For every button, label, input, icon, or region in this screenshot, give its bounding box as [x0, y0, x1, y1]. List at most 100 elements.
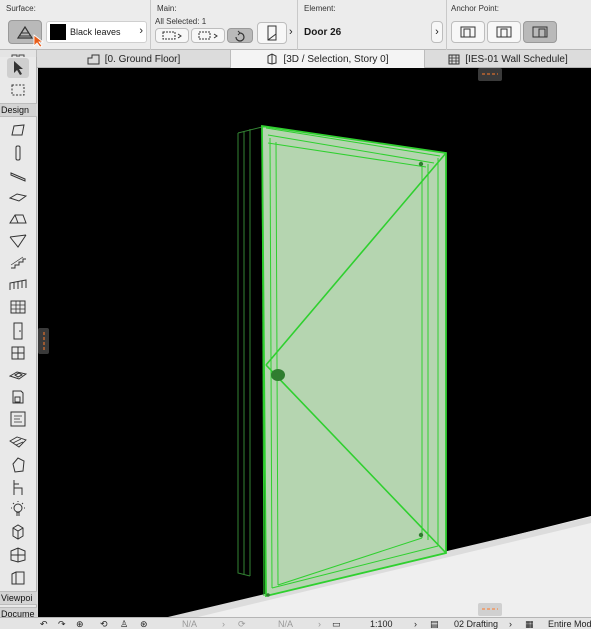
grid-element-tool[interactable] [7, 545, 29, 565]
top-view-marker [478, 68, 502, 81]
na-value: N/A [278, 619, 294, 629]
arrow-cursor-icon [14, 61, 23, 75]
navigator-icon[interactable]: ⊛ [140, 618, 148, 629]
walk-icon[interactable]: ♙ [120, 618, 128, 629]
stair-tool[interactable] [7, 253, 29, 273]
zone-tool[interactable] [7, 409, 29, 429]
surface-override-button[interactable] [8, 20, 45, 48]
chevron-right-icon[interactable]: › [414, 618, 417, 629]
lamp-tool[interactable] [7, 499, 29, 519]
viewpoints-palette-header[interactable]: Viewpoi [0, 591, 37, 605]
skylight-icon [9, 371, 27, 380]
model-view-value[interactable]: Entire Mod [548, 618, 591, 629]
status-bar: ↶ ↷ ⊕ ⟲ ♙ ⊛ N/A › ⟳ N/A › ▭ 1:100 › ▤ 02… [0, 617, 591, 629]
chevron-right-icon[interactable]: › [318, 618, 321, 629]
column-tool[interactable] [7, 143, 29, 163]
skylight-tool[interactable] [7, 365, 29, 385]
morph-tool[interactable] [7, 455, 29, 475]
roof-tool[interactable] [7, 209, 29, 229]
door-handle [271, 369, 285, 381]
anchor-left-button[interactable] [451, 21, 485, 43]
beam-tool[interactable] [7, 166, 29, 186]
wall-tool[interactable] [7, 120, 29, 140]
3d-scene[interactable] [38, 68, 591, 617]
archicad-window: Surface: Black leaves › Main: All Select… [0, 0, 591, 629]
rotate-angle-icon[interactable]: ⟳ [238, 618, 246, 629]
anchor-center-icon [496, 26, 512, 38]
scale-icon: ▭ [332, 619, 341, 629]
chevron-right-icon[interactable]: › [289, 26, 293, 38]
door-tool[interactable] [7, 321, 29, 341]
zoom-in-icon[interactable]: ⊕ [76, 618, 84, 629]
reference-line-button[interactable] [191, 28, 225, 43]
tab-label: [0. Ground Floor] [104, 53, 181, 65]
info-box: Surface: Black leaves › Main: All Select… [0, 0, 591, 50]
layer-combo-value[interactable]: 02 Drafting [454, 618, 498, 629]
surface-paint-icon [16, 25, 34, 39]
tab-label: [3D / Selection, Story 0] [283, 53, 389, 65]
anchor-center-button[interactable] [487, 21, 521, 43]
opening-tool[interactable] [7, 522, 29, 542]
tab-wall-schedule[interactable]: [IES-01 Wall Schedule] [425, 50, 591, 68]
shell-icon [9, 234, 27, 248]
left-view-marker [38, 328, 49, 354]
undo-icon[interactable]: ↶ [40, 618, 48, 629]
model-view-icon: ▦ [525, 619, 534, 629]
mesh-icon [9, 436, 27, 448]
scale-value[interactable]: 1:100 [370, 618, 393, 629]
marquee-tool[interactable] [7, 80, 29, 100]
window-tool[interactable] [7, 343, 29, 363]
surface-section: Surface: Black leaves › [0, 0, 151, 50]
chevron-right-icon[interactable]: › [509, 618, 512, 629]
redo-icon[interactable]: ↷ [58, 618, 66, 629]
lamp-icon [11, 501, 25, 516]
element-more-button[interactable]: › [431, 21, 443, 43]
chevron-right-icon[interactable]: › [222, 618, 225, 629]
main-section: Main: All Selected: 1 › [151, 0, 298, 50]
marquee-icon [11, 84, 25, 96]
selection-hotspot [266, 593, 270, 597]
element-id: Door 26 [304, 27, 342, 38]
object-tool[interactable] [7, 387, 29, 407]
selection-hotspot [418, 532, 424, 538]
3d-cube-icon [267, 53, 277, 65]
railing-icon [9, 279, 27, 290]
railing-tool[interactable] [7, 275, 29, 295]
figure-tool[interactable] [7, 568, 29, 588]
surface-label: Surface: [6, 4, 36, 13]
anchor-left-icon [460, 26, 476, 38]
arrow-select-tool[interactable] [7, 58, 29, 78]
design-palette-header[interactable]: Design [0, 103, 37, 117]
bottom-view-marker [478, 603, 502, 616]
tab-ground-floor[interactable]: [0. Ground Floor] [37, 50, 231, 68]
anchor-right-button[interactable] [523, 21, 557, 43]
tab-3d-selection[interactable]: [3D / Selection, Story 0] [231, 50, 425, 68]
view-tab-bar: [0. Ground Floor] [3D / Selection, Story… [0, 50, 591, 68]
beam-icon [10, 172, 26, 182]
chevron-right-icon: › [139, 25, 143, 37]
3d-viewport[interactable] [38, 68, 591, 617]
na-value: N/A [182, 619, 198, 629]
slab-tool[interactable] [7, 187, 29, 207]
layer-visibility-button[interactable] [155, 28, 189, 43]
rotate-element-button[interactable] [227, 28, 253, 43]
door-leaf [261, 124, 447, 598]
main-label: Main: [157, 4, 177, 13]
dashed-box-icon [162, 31, 182, 40]
surface-material-picker[interactable]: Black leaves › [46, 21, 147, 43]
curtain-wall-tool[interactable] [7, 297, 29, 317]
door-frame-back [237, 126, 263, 577]
stair-icon [10, 256, 26, 269]
mesh-tool[interactable] [7, 432, 29, 452]
selection-count: All Selected: 1 [155, 17, 207, 26]
roof-icon [9, 214, 27, 224]
anchor-right-icon [532, 26, 548, 38]
door-settings-button[interactable] [257, 22, 287, 44]
object-library-tool[interactable] [7, 477, 29, 497]
door-icon [13, 322, 23, 340]
orbit-icon[interactable]: ⟲ [100, 618, 108, 629]
shell-tool[interactable] [7, 231, 29, 251]
box-arrow-icon [198, 31, 218, 40]
grid-element-icon [10, 547, 26, 563]
slab-icon [9, 193, 27, 202]
